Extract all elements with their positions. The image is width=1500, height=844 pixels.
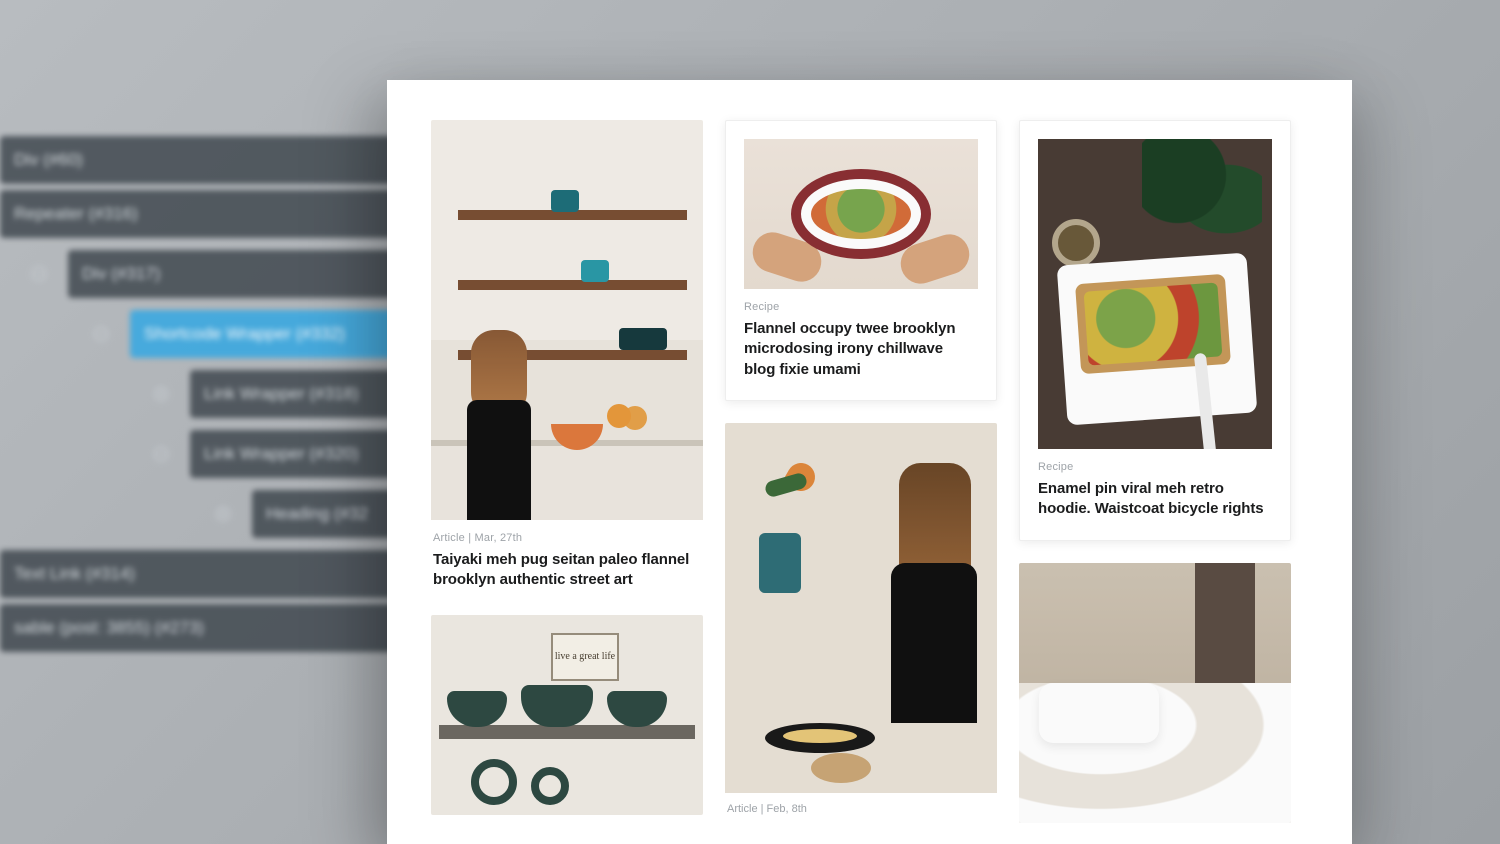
tree-item-label: Shortcode Wrapper (#332)	[144, 324, 345, 344]
tree-item-div-317[interactable]: Div (#317)	[68, 250, 400, 298]
expand-icon[interactable]	[150, 383, 172, 405]
post-card[interactable]	[1019, 563, 1291, 823]
post-thumbnail	[1019, 563, 1291, 823]
post-meta: Recipe	[1038, 461, 1272, 473]
post-thumbnail	[431, 120, 703, 520]
post-meta: Recipe	[744, 301, 978, 313]
post-card[interactable]: live a great life	[431, 615, 703, 815]
tree-item-label: sable (post: 3855) (#273)	[14, 618, 204, 638]
post-title: Taiyaki meh pug seitan paleo flannel bro…	[433, 550, 701, 591]
post-thumbnail	[725, 423, 997, 793]
tree-item-label: Link Wrapper (#318)	[204, 384, 359, 404]
masonry-column-2: Recipe Flannel occupy twee brooklyn micr…	[725, 120, 997, 815]
masonry-column-1: Article | Mar, 27th Taiyaki meh pug seit…	[431, 120, 703, 815]
preview-canvas: Article | Mar, 27th Taiyaki meh pug seit…	[387, 80, 1352, 844]
post-meta: Article | Mar, 27th	[433, 532, 701, 544]
post-title: Enamel pin viral meh retro hoodie. Waist…	[1038, 479, 1272, 520]
tree-item-link-wrapper-318[interactable]: Link Wrapper (#318)	[190, 370, 400, 418]
tree-item-text-link-314[interactable]: Text Link (#314)	[0, 550, 400, 598]
element-tree-panel: Div (#60) Repeater (#316) Div (#317) Sho…	[0, 130, 400, 658]
tree-item-label: Heading (#32	[266, 504, 368, 524]
post-thumbnail	[744, 139, 978, 289]
tree-item-link-wrapper-320[interactable]: Link Wrapper (#320)	[190, 430, 400, 478]
tree-item-label: Repeater (#316)	[14, 204, 138, 224]
decor-sign: live a great life	[551, 633, 619, 681]
post-meta: Article | Feb, 8th	[725, 793, 997, 815]
post-card[interactable]: Article | Feb, 8th	[725, 423, 997, 815]
tree-item-reusable-3855[interactable]: sable (post: 3855) (#273)	[0, 604, 400, 652]
tree-item-label: Link Wrapper (#320)	[204, 444, 359, 464]
masonry-grid: Article | Mar, 27th Taiyaki meh pug seit…	[387, 80, 1352, 823]
post-thumbnail	[1038, 139, 1272, 449]
post-card[interactable]: Recipe Enamel pin viral meh retro hoodie…	[1019, 120, 1291, 541]
collapse-icon[interactable]	[90, 323, 112, 345]
tree-item-label: Div (#317)	[82, 264, 160, 284]
post-card[interactable]: Article | Mar, 27th Taiyaki meh pug seit…	[431, 120, 703, 593]
collapse-icon[interactable]	[150, 443, 172, 465]
tree-item-repeater-316[interactable]: Repeater (#316)	[0, 190, 400, 238]
expand-icon[interactable]	[212, 503, 234, 525]
post-card[interactable]: Recipe Flannel occupy twee brooklyn micr…	[725, 120, 997, 401]
post-title: Flannel occupy twee brooklyn microdosing…	[744, 319, 978, 380]
collapse-icon[interactable]	[28, 263, 50, 285]
tree-item-label: Div (#60)	[14, 150, 83, 170]
tree-item-shortcode-wrapper-332[interactable]: Shortcode Wrapper (#332)	[130, 310, 400, 358]
tree-item-label: Text Link (#314)	[14, 564, 135, 584]
masonry-column-3: Recipe Enamel pin viral meh retro hoodie…	[1019, 120, 1291, 823]
tree-item-div-60[interactable]: Div (#60)	[0, 136, 400, 184]
tree-item-heading-32[interactable]: Heading (#32	[252, 490, 400, 538]
post-thumbnail: live a great life	[431, 615, 703, 815]
